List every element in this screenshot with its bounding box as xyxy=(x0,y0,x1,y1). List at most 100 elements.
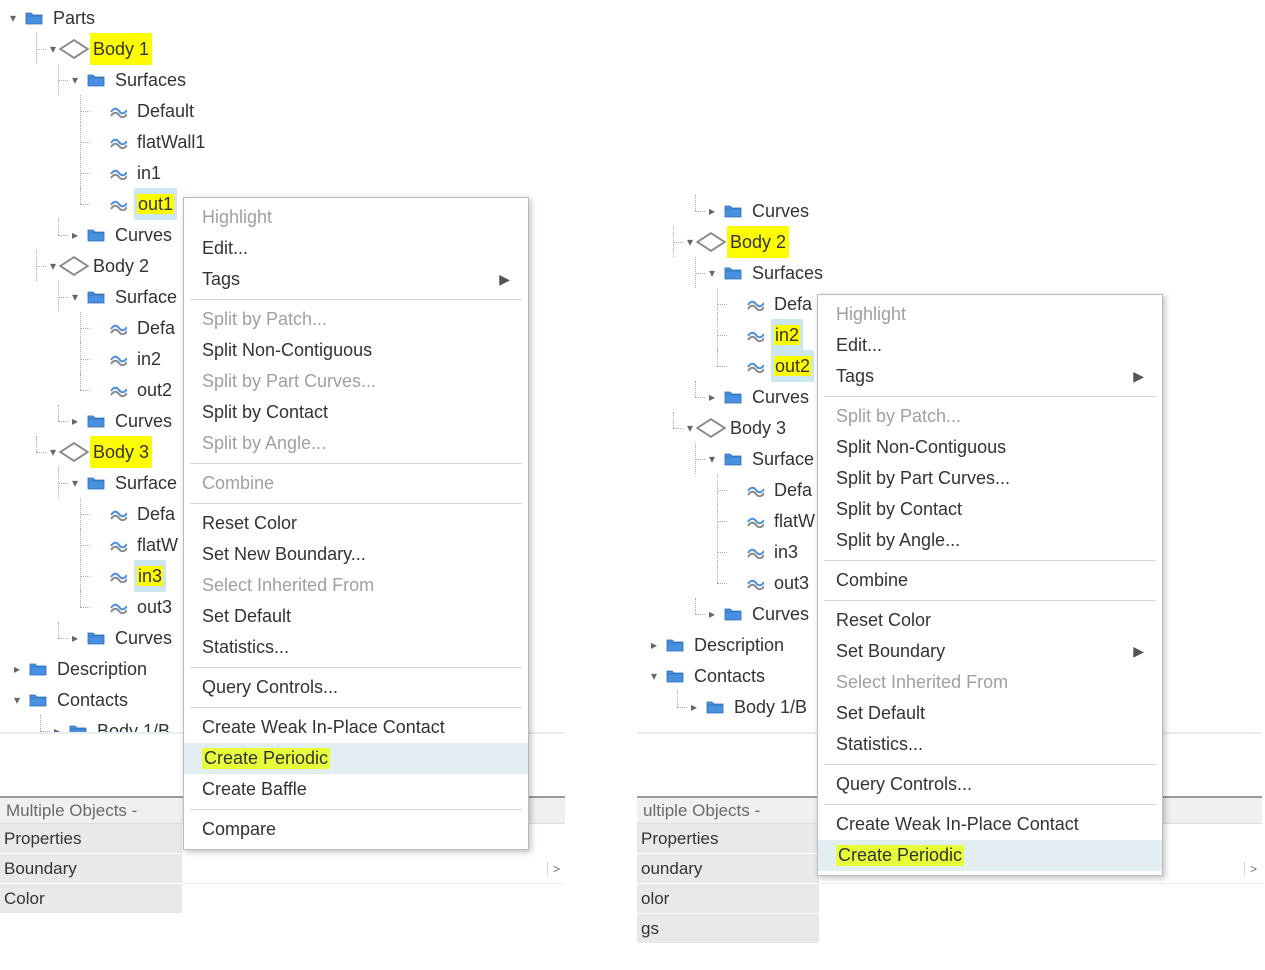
right-panel: ▸ Curves ▾ Body 2 ▾ Surfaces Defa in2 xyxy=(637,0,1262,724)
menu-edit[interactable]: Edit... xyxy=(184,233,528,264)
menu-split-angle[interactable]: Split by Angle... xyxy=(818,525,1162,556)
tree-label: in1 xyxy=(134,157,164,189)
menu-split-noncontig[interactable]: Split Non-Contiguous xyxy=(184,335,528,366)
selected-label: in3 xyxy=(134,560,166,592)
expand-icon[interactable]: ▸ xyxy=(705,390,719,404)
collapse-icon[interactable]: ▾ xyxy=(68,290,82,304)
prop-color[interactable]: olor xyxy=(637,884,1262,914)
menu-create-baffle[interactable]: Create Baffle xyxy=(184,774,528,805)
menu-create-periodic[interactable]: Create Periodic xyxy=(184,743,528,774)
prop-color[interactable]: Color xyxy=(0,884,565,914)
folder-icon xyxy=(723,201,743,221)
menu-set-new-boundary[interactable]: Set New Boundary... xyxy=(184,539,528,570)
menu-split-patch: Split by Patch... xyxy=(184,304,528,335)
folder-icon xyxy=(28,690,48,710)
tree-label: Defa xyxy=(134,312,178,344)
tree-item-body1[interactable]: ▾ Body 1 xyxy=(6,33,625,64)
prop-boundary[interactable]: Boundary > xyxy=(0,854,565,884)
menu-split-patch: Split by Patch... xyxy=(818,401,1162,432)
folder-icon xyxy=(86,473,106,493)
surface-icon xyxy=(745,573,765,593)
collapse-icon[interactable]: ▾ xyxy=(705,452,719,466)
expand-icon[interactable]: ▸ xyxy=(10,662,24,676)
menu-edit[interactable]: Edit... xyxy=(818,330,1162,361)
surface-icon xyxy=(108,132,128,152)
menu-set-default[interactable]: Set Default xyxy=(818,698,1162,729)
surface-icon xyxy=(108,163,128,183)
collapse-icon[interactable]: ▾ xyxy=(68,73,82,87)
selected-label: out2 xyxy=(771,350,814,382)
context-menu-left[interactable]: Highlight Edit... Tags▶ Split by Patch..… xyxy=(183,197,529,850)
body-icon xyxy=(64,39,84,59)
menu-split-partcurves[interactable]: Split by Part Curves... xyxy=(818,463,1162,494)
menu-set-boundary[interactable]: Set Boundary▶ xyxy=(818,636,1162,667)
menu-reset-color[interactable]: Reset Color xyxy=(184,508,528,539)
surface-icon xyxy=(745,356,765,376)
tree-item-body2-r[interactable]: ▾ Body 2 xyxy=(643,226,1262,257)
menu-tags[interactable]: Tags▶ xyxy=(818,361,1162,392)
chevron-down-icon[interactable]: > xyxy=(547,862,565,876)
tree-label: Surface xyxy=(749,443,817,475)
tree-label: Contacts xyxy=(54,684,131,716)
tree-label: Body 3 xyxy=(90,436,152,468)
tree-label: in2 xyxy=(134,343,164,375)
menu-tags[interactable]: Tags▶ xyxy=(184,264,528,295)
menu-reset-color[interactable]: Reset Color xyxy=(818,605,1162,636)
surface-icon xyxy=(745,480,765,500)
tree-label: out2 xyxy=(134,374,175,406)
menu-split-contact[interactable]: Split by Contact xyxy=(184,397,528,428)
collapse-icon[interactable]: ▾ xyxy=(705,266,719,280)
chevron-down-icon[interactable]: > xyxy=(1244,862,1262,876)
expand-icon[interactable]: ▸ xyxy=(705,607,719,621)
menu-query-controls[interactable]: Query Controls... xyxy=(184,672,528,703)
tree-item-surfaces[interactable]: ▾ Surfaces xyxy=(6,64,625,95)
menu-split-angle: Split by Angle... xyxy=(184,428,528,459)
collapse-icon[interactable]: ▾ xyxy=(6,11,20,25)
menu-highlight: Highlight xyxy=(818,299,1162,330)
context-menu-right[interactable]: Highlight Edit... Tags▶ Split by Patch..… xyxy=(817,294,1163,876)
tree-item-flatwall1[interactable]: flatWall1 xyxy=(6,126,625,157)
tree-item-parts[interactable]: ▾ Parts xyxy=(6,2,625,33)
surface-icon xyxy=(108,535,128,555)
surface-icon xyxy=(108,194,128,214)
expand-icon[interactable]: ▸ xyxy=(647,638,661,652)
folder-icon xyxy=(665,635,685,655)
tree-item-default[interactable]: Default xyxy=(6,95,625,126)
tree-label: Description xyxy=(691,629,787,661)
menu-query-controls[interactable]: Query Controls... xyxy=(818,769,1162,800)
collapse-icon[interactable]: ▾ xyxy=(68,476,82,490)
tree-item-curves-top[interactable]: ▸ Curves xyxy=(643,195,1262,226)
menu-compare[interactable]: Compare xyxy=(184,814,528,845)
tree-item-surfaces-r[interactable]: ▾ Surfaces xyxy=(643,257,1262,288)
menu-statistics[interactable]: Statistics... xyxy=(184,632,528,663)
expand-icon[interactable]: ▸ xyxy=(68,631,82,645)
tree-label: Curves xyxy=(112,405,175,437)
menu-combine[interactable]: Combine xyxy=(818,565,1162,596)
tree-label: Parts xyxy=(50,2,98,34)
menu-create-weak[interactable]: Create Weak In-Place Contact xyxy=(184,712,528,743)
tree-label: Defa xyxy=(771,288,815,320)
collapse-icon[interactable]: ▾ xyxy=(10,693,24,707)
prop-tags[interactable]: gs xyxy=(637,914,1262,944)
surface-icon xyxy=(108,318,128,338)
expand-icon[interactable]: ▸ xyxy=(68,414,82,428)
menu-split-contact[interactable]: Split by Contact xyxy=(818,494,1162,525)
folder-icon xyxy=(24,8,44,28)
menu-create-periodic[interactable]: Create Periodic xyxy=(818,840,1162,871)
menu-set-default[interactable]: Set Default xyxy=(184,601,528,632)
tree-item-in1[interactable]: in1 xyxy=(6,157,625,188)
body-icon xyxy=(701,232,721,252)
expand-icon[interactable]: ▸ xyxy=(687,700,701,714)
tree-label: out3 xyxy=(771,567,812,599)
tree-label: Contacts xyxy=(691,660,768,692)
tree-label: Defa xyxy=(771,474,815,506)
folder-icon xyxy=(705,697,725,717)
collapse-icon[interactable]: ▾ xyxy=(647,669,661,683)
menu-create-weak[interactable]: Create Weak In-Place Contact xyxy=(818,809,1162,840)
folder-icon xyxy=(665,666,685,686)
menu-split-noncontig[interactable]: Split Non-Contiguous xyxy=(818,432,1162,463)
expand-icon[interactable]: ▸ xyxy=(68,228,82,242)
menu-select-inherited: Select Inherited From xyxy=(184,570,528,601)
expand-icon[interactable]: ▸ xyxy=(705,204,719,218)
menu-statistics[interactable]: Statistics... xyxy=(818,729,1162,760)
